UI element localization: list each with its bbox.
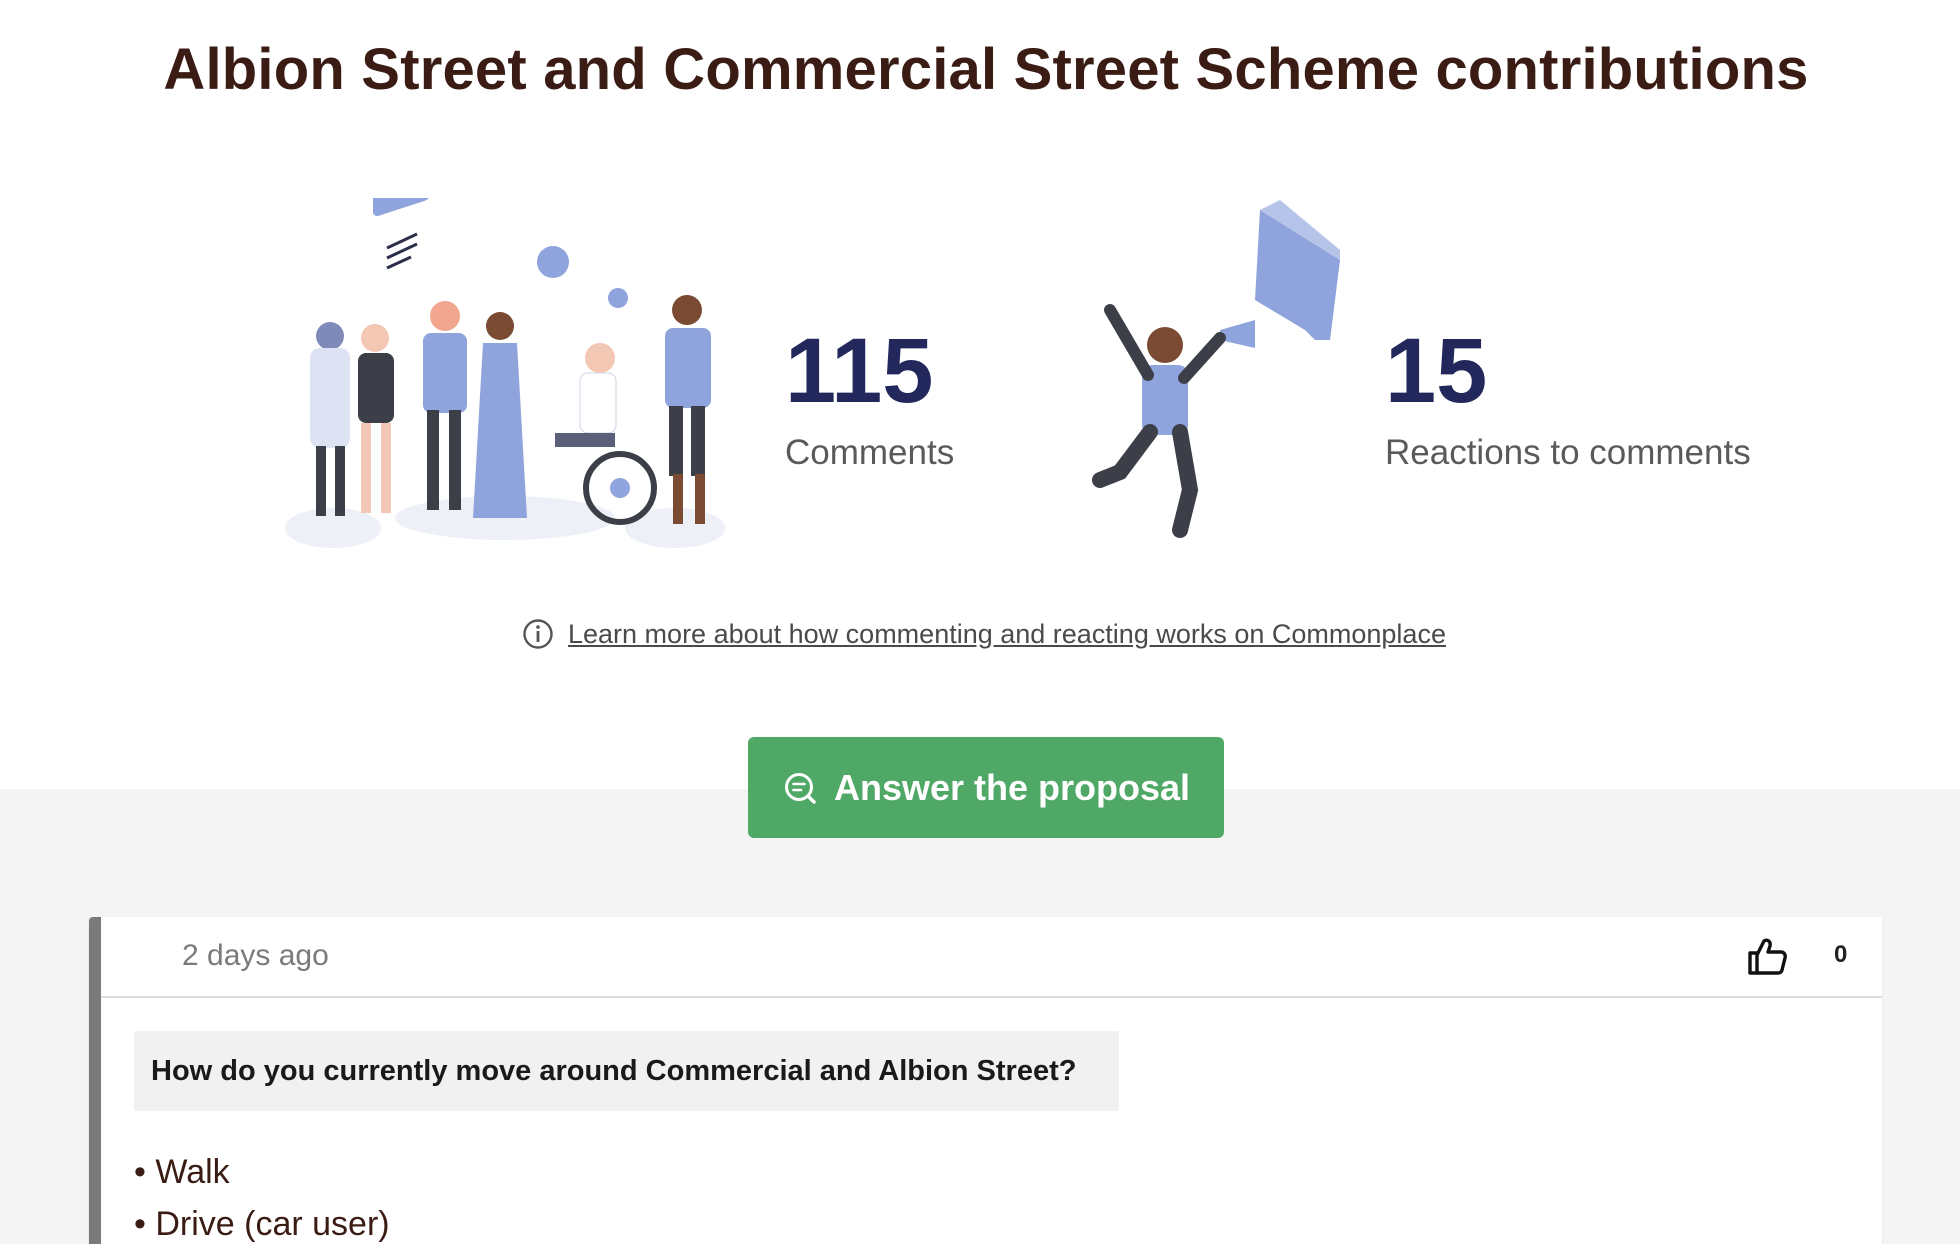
comments-stat: 115 Comments bbox=[785, 325, 954, 473]
comment-search-icon bbox=[784, 772, 816, 804]
comments-label: Comments bbox=[785, 433, 955, 472]
comments-count: 115 bbox=[785, 320, 934, 422]
megaphone-person-illustration bbox=[1092, 200, 1340, 538]
like-count: 0 bbox=[1834, 941, 1848, 968]
reactions-label: Reactions to comments bbox=[1385, 433, 1751, 472]
reactions-count: 15 bbox=[1385, 320, 1488, 422]
list-item: Walk bbox=[134, 1146, 390, 1198]
answer-proposal-label: Answer the proposal bbox=[833, 766, 1191, 808]
info-icon bbox=[523, 619, 553, 649]
comment-card: 2 days ago 0 How do you currently move a… bbox=[89, 917, 1882, 1244]
comment-date: 2 days ago bbox=[182, 939, 329, 972]
thumbs-up-icon[interactable] bbox=[1744, 933, 1790, 979]
question-label: How do you currently move around Commerc… bbox=[134, 1031, 1119, 1111]
learn-more-row: Learn more about how commenting and reac… bbox=[522, 614, 1446, 654]
answer-list: Walk Drive (car user) bbox=[134, 1146, 390, 1244]
reactions-stat: 15 Reactions to comments bbox=[1385, 325, 1751, 473]
chat-bubble-icon bbox=[373, 198, 431, 270]
comment-card-header: 2 days ago 0 bbox=[101, 917, 1882, 998]
list-item: Drive (car user) bbox=[134, 1198, 389, 1244]
speech-bubble-icon bbox=[1255, 200, 1340, 340]
people-group-illustration bbox=[285, 198, 725, 548]
answer-proposal-button[interactable]: Answer the proposal bbox=[748, 737, 1224, 838]
page-title: Albion Street and Commercial Street Sche… bbox=[163, 37, 1809, 102]
learn-more-link[interactable]: Learn more about how commenting and reac… bbox=[568, 619, 1446, 650]
